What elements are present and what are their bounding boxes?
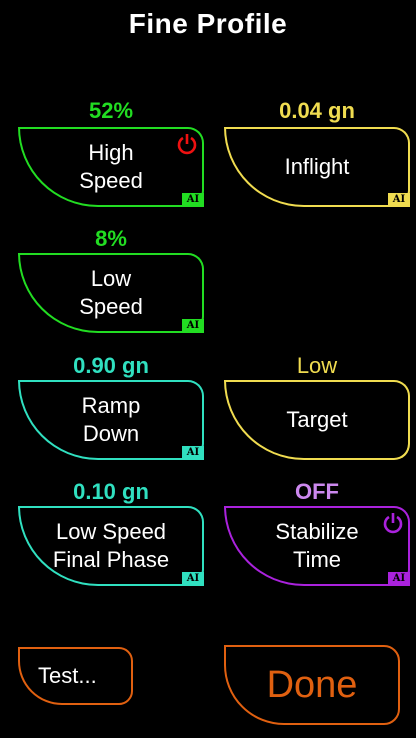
ramp-down-value: 0.90 gn: [73, 353, 149, 378]
ramp-down-button[interactable]: Ramp Down AI: [18, 380, 204, 460]
test-button[interactable]: Test...: [18, 647, 133, 705]
stabilize-time-button[interactable]: Stabilize Time AI: [224, 506, 410, 586]
target-value: Low: [296, 353, 338, 378]
power-icon[interactable]: [176, 133, 198, 155]
high-speed-button[interactable]: High Speed AI: [18, 127, 204, 207]
ai-badge: AI: [388, 193, 410, 207]
high-speed-value: 52%: [88, 98, 134, 123]
low-speed-final-value: 0.10 gn: [73, 479, 149, 504]
stabilize-time-value: OFF: [295, 479, 339, 504]
ai-badge: AI: [182, 446, 204, 460]
low-speed-value: 8%: [95, 226, 127, 251]
target-label: Target: [286, 407, 348, 432]
ramp-down-label: Ramp Down: [81, 393, 141, 446]
power-icon[interactable]: [382, 512, 404, 534]
ai-badge: AI: [388, 572, 410, 586]
ai-badge: AI: [182, 319, 204, 333]
low-speed-label: Low Speed: [79, 266, 143, 319]
inflight-button[interactable]: Inflight AI: [224, 127, 410, 207]
inflight-value: 0.04 gn: [279, 98, 355, 123]
done-button[interactable]: Done: [224, 645, 400, 725]
high-speed-label: High Speed: [79, 140, 143, 193]
ai-badge: AI: [182, 193, 204, 207]
ai-badge: AI: [182, 572, 204, 586]
low-speed-final-button[interactable]: Low Speed Final Phase AI: [18, 506, 204, 586]
inflight-label: Inflight: [284, 154, 350, 179]
low-speed-final-label: Low Speed Final Phase: [52, 519, 170, 572]
stabilize-time-label: Stabilize Time: [275, 519, 359, 572]
low-speed-button[interactable]: Low Speed AI: [18, 253, 204, 333]
page-title: Fine Profile: [128, 8, 288, 39]
target-button[interactable]: Target: [224, 380, 410, 460]
